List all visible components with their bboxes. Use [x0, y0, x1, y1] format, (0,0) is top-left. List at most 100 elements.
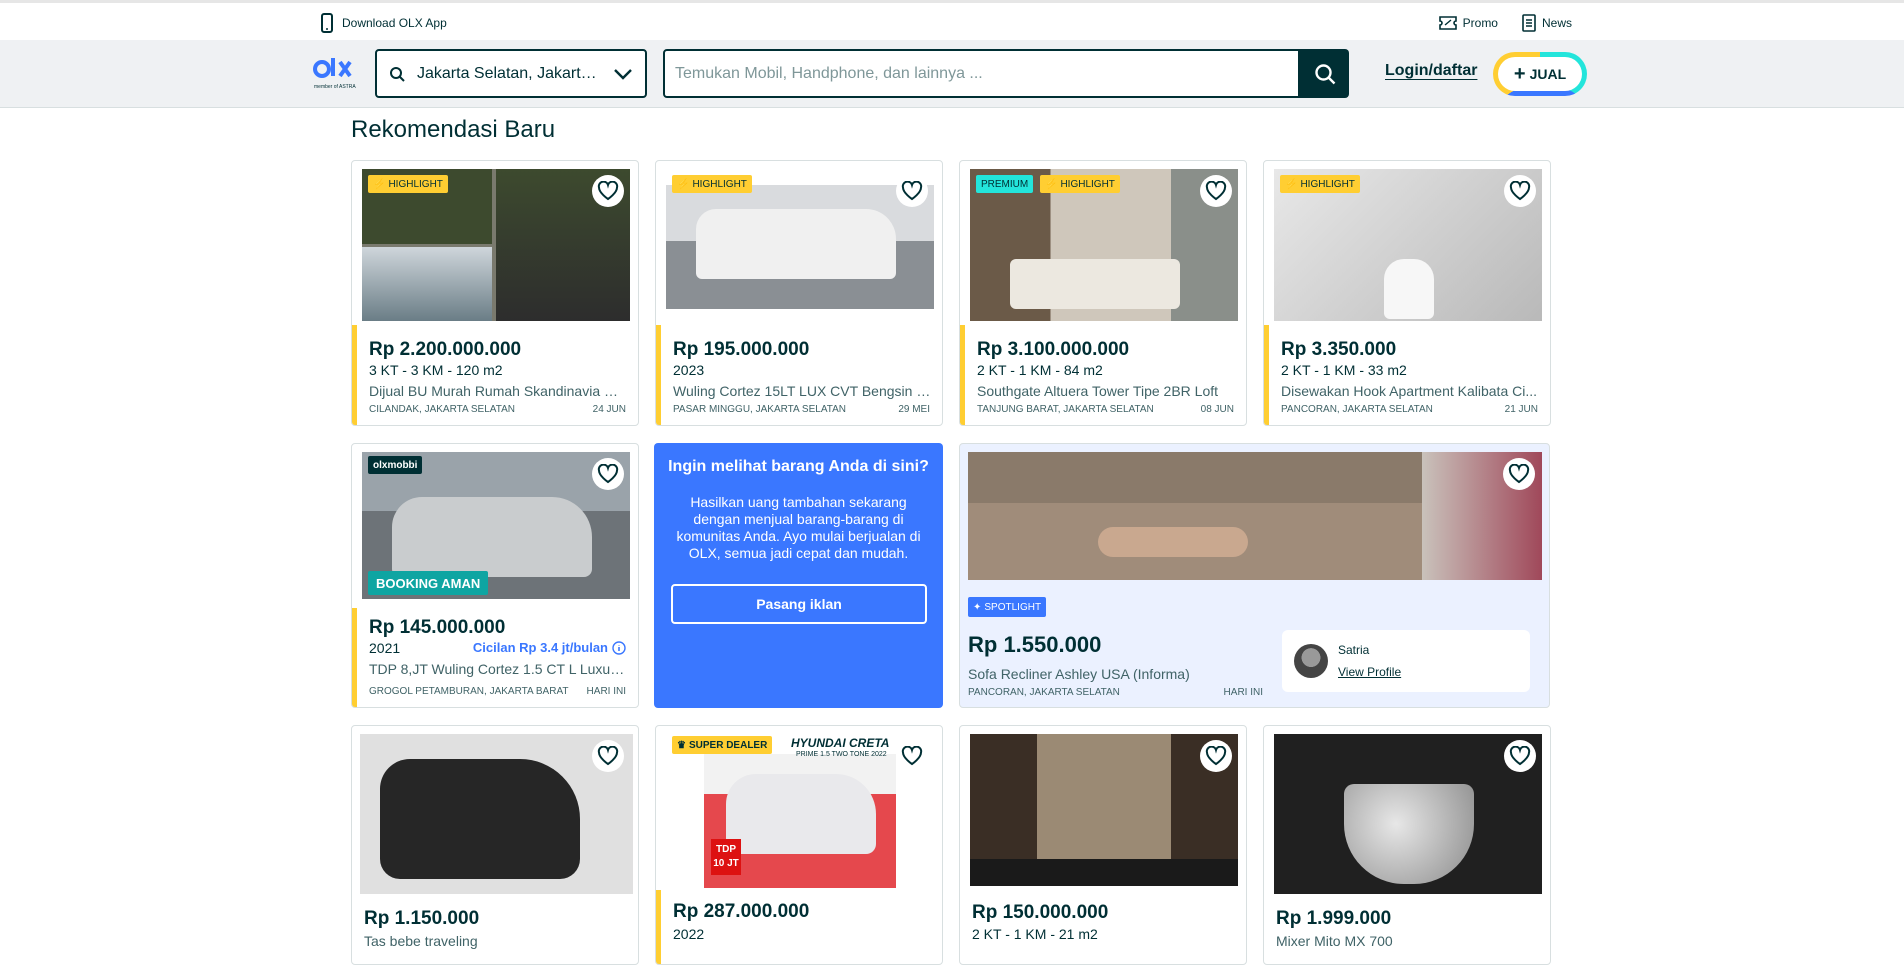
favorite-button[interactable] [1503, 458, 1535, 490]
seller-name: Satria [1338, 643, 1370, 657]
listing-date: 24 JUN [592, 404, 626, 415]
favorite-button[interactable] [1200, 175, 1232, 207]
news-icon [1522, 14, 1536, 32]
highlight-badge: ⚡ HIGHLIGHT [368, 175, 448, 193]
listing-location: PASAR MINGGU, JAKARTA SELATAN [673, 404, 847, 415]
location-select[interactable]: Jakarta Selatan, Jakarta... [375, 49, 647, 98]
download-app-label: Download OLX App [342, 16, 447, 30]
listing-location: TANJUNG BARAT, JAKARTA SELATAN [977, 404, 1154, 415]
sell-promo-card: Ingin melihat barang Anda di sini? Hasil… [654, 443, 943, 708]
listing-date: 08 JUN [1200, 404, 1234, 415]
highlight-badge: ⚡ HIGHLIGHT [1040, 175, 1120, 193]
listing-title: TDP 8,JT Wuling Cortez 1.5 CT L Luxury..… [369, 661, 627, 677]
search-icon [390, 66, 405, 82]
promo-title: Ingin melihat barang Anda di sini? [668, 458, 929, 475]
listing-specs: 3 KT - 3 KM - 120 m2 [369, 362, 503, 378]
heart-icon [1205, 181, 1227, 201]
seller-profile: Satria View Profile [1282, 630, 1530, 692]
view-profile-link[interactable]: View Profile [1338, 665, 1401, 679]
sell-button[interactable]: + JUAL [1493, 52, 1587, 96]
news-link[interactable]: News [1522, 14, 1572, 32]
tdp-tag: TDP 10 JT [711, 839, 741, 875]
avatar [1294, 644, 1328, 678]
listing-card[interactable]: Rp 1.150.000 Tas bebe traveling [351, 725, 639, 965]
favorite-button[interactable] [592, 458, 624, 490]
listing-card[interactable]: ⚡ HIGHLIGHT Rp 2.200.000.000 3 KT - 3 KM … [351, 160, 639, 426]
olx-logo[interactable]: member of ASTRA [312, 56, 360, 92]
spotlight-price: Rp 1.550.000 [968, 632, 1102, 657]
highlight-badge: ⚡ HIGHLIGHT [1280, 175, 1360, 193]
listing-location: PANCORAN, JAKARTA SELATAN [1281, 404, 1433, 415]
section-title: Rekomendasi Baru [351, 116, 556, 143]
listing-price: Rp 150.000.000 [972, 902, 1109, 923]
favorite-button[interactable] [1200, 740, 1232, 772]
listing-card[interactable]: ⚡ HIGHLIGHT Rp 195.000.000 2023 Wuling Co… [655, 160, 943, 426]
listing-price: Rp 3.350.000 [1281, 339, 1397, 360]
heart-icon [1509, 746, 1531, 766]
ad-subtitle: PRIME 1.5 TWO TONE 2022 [796, 751, 887, 758]
spotlight-card[interactable]: ✦ SPOTLIGHT Rp 1.550.000 Sofa Recliner As… [959, 443, 1550, 708]
listing-title: Dijual BU Murah Rumah Skandinavia Ci... [369, 383, 627, 399]
listing-specs: 2 KT - 1 KM - 33 m2 [1281, 362, 1407, 378]
heart-icon [1205, 746, 1227, 766]
installment-label: Cicilan Rp 3.4 jt/bulan [472, 640, 608, 655]
lightning-icon: ⚡ [1045, 178, 1058, 190]
download-app-link[interactable]: Download OLX App [320, 13, 447, 33]
search-button[interactable] [1300, 49, 1349, 98]
listing-date: 29 MEI [898, 404, 930, 415]
listing-card[interactable]: TDP 10 JT HYUNDAI CRETA PRIME 1.5 TWO TON… [655, 725, 943, 965]
listing-title: Wuling Cortez 15LT LUX CVT Bengsin R... [673, 383, 931, 399]
installment-info[interactable]: Cicilan Rp 3.4 jt/bulan [473, 640, 626, 655]
listing-card[interactable]: PREMIUM ⚡ HIGHLIGHT Rp 3.100.000.000 2 KT… [959, 160, 1247, 426]
promo-link[interactable]: Promo [1438, 16, 1498, 30]
favorite-button[interactable] [1504, 740, 1536, 772]
listing-meta: PASAR MINGGU, JAKARTA SELATAN 29 MEI [673, 404, 930, 415]
heart-icon [901, 746, 923, 766]
listing-card[interactable]: ⚡ HIGHLIGHT Rp 3.350.000 2 KT - 1 KM - 33… [1263, 160, 1551, 426]
spotlight-location: PANCORAN, JAKARTA SELATAN [968, 687, 1120, 698]
listing-image [970, 734, 1238, 886]
favorite-button[interactable] [896, 175, 928, 207]
login-link[interactable]: Login/daftar [1385, 62, 1477, 80]
news-label: News [1541, 16, 1572, 30]
listing-title: Disewakan Hook Apartment Kalibata Ci... [1281, 383, 1538, 399]
post-ad-button[interactable]: Pasang iklan [671, 584, 927, 624]
logo-sub: member of ASTRA [314, 84, 356, 90]
listing-price: Rp 287.000.000 [673, 901, 810, 922]
lightning-icon: ⚡ [677, 178, 690, 190]
spotlight-date: HARI INI [1223, 687, 1263, 698]
listing-card[interactable]: Rp 150.000.000 2 KT - 1 KM - 21 m2 [959, 725, 1247, 965]
favorite-button[interactable] [592, 175, 624, 207]
spotlight-badge: ✦ SPOTLIGHT [968, 597, 1047, 617]
heart-icon [1509, 181, 1531, 201]
listing-title: Mixer Mito MX 700 [1276, 933, 1393, 949]
promo-label: Promo [1462, 16, 1498, 30]
favorite-button[interactable] [896, 740, 928, 772]
listing-location: CILANDAK, JAKARTA SELATAN [369, 404, 515, 415]
listing-price: Rp 195.000.000 [673, 339, 810, 360]
listing-price: Rp 1.150.000 [364, 908, 480, 929]
tag-icon [1438, 16, 1457, 30]
listing-specs: 2023 [673, 362, 705, 378]
super-dealer-badge: ♛ SUPER DEALER [672, 736, 773, 754]
listing-meta: PANCORAN, JAKARTA SELATAN 21 JUN [1281, 404, 1538, 415]
favorite-button[interactable] [1504, 175, 1536, 207]
heart-icon [597, 181, 619, 201]
listing-card[interactable]: Rp 1.999.000 Mixer Mito MX 700 [1263, 725, 1551, 965]
search-input[interactable] [675, 64, 1288, 83]
listing-title: Tas bebe traveling [364, 933, 478, 949]
listing-card[interactable]: olxmobbi BOOKING AMAN Rp 145.000.000 202… [351, 443, 639, 708]
listing-price: Rp 3.100.000.000 [977, 339, 1130, 360]
header: member of ASTRA Jakarta Selatan, Jakarta… [0, 40, 1904, 108]
heart-icon [597, 464, 619, 484]
lightning-icon: ⚡ [1285, 178, 1298, 190]
listing-image [1274, 734, 1542, 894]
listing-price: Rp 145.000.000 [369, 617, 506, 638]
crown-icon: ♛ [677, 739, 686, 751]
listing-image [968, 452, 1542, 580]
promo-body: Hasilkan uang tambahan sekarang dengan m… [676, 494, 921, 561]
heart-icon [901, 181, 923, 201]
phone-icon [321, 13, 333, 33]
spotlight-title: Sofa Recliner Ashley USA (Informa) [968, 666, 1190, 682]
favorite-button[interactable] [592, 740, 624, 772]
